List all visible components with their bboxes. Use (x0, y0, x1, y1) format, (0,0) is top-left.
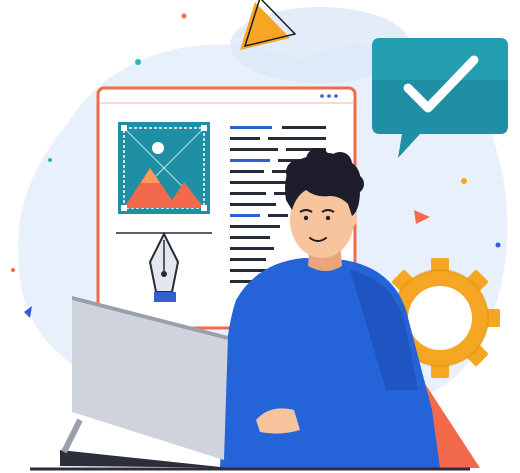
window-dots (320, 94, 338, 98)
dot-decoration (181, 13, 187, 19)
dot-decoration (48, 158, 52, 162)
illustration-canvas (11, 0, 508, 471)
dot-decoration (461, 178, 467, 184)
dot-decoration (11, 268, 15, 272)
dot-decoration (135, 59, 141, 65)
dot-decoration (495, 242, 501, 248)
image-icon (118, 122, 210, 214)
